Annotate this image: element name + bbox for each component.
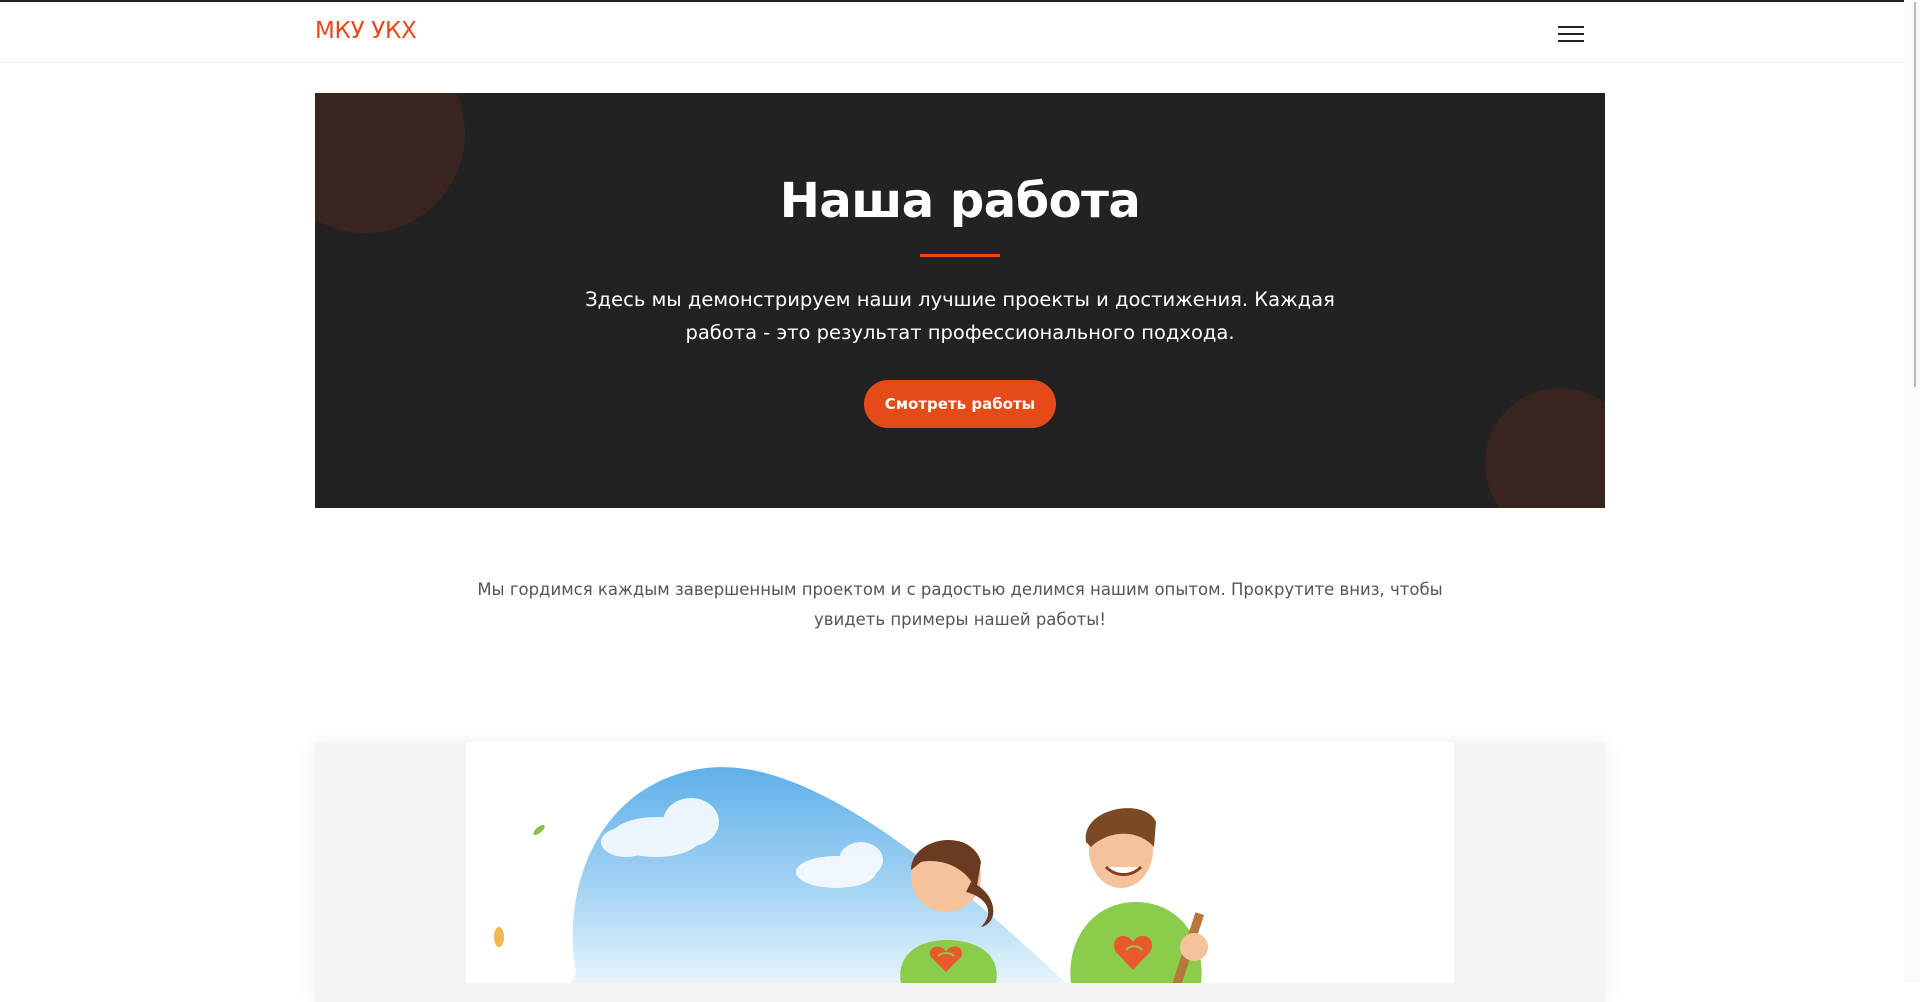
hero-title: Наша работа bbox=[779, 173, 1141, 229]
navbar: МКУ УКХ bbox=[0, 2, 1920, 63]
title-underline bbox=[920, 254, 1000, 257]
hamburger-line bbox=[1558, 26, 1584, 28]
volunteers-illustration-svg bbox=[494, 767, 1208, 983]
hamburger-line bbox=[1558, 40, 1584, 42]
gallery-card bbox=[315, 742, 1605, 1002]
brand-logo-link[interactable]: МКУ УКХ bbox=[315, 18, 417, 44]
scrollbar-thumb[interactable] bbox=[1914, 2, 1916, 387]
hamburger-menu-icon[interactable] bbox=[1550, 20, 1590, 48]
volunteers-illustration bbox=[466, 742, 1454, 983]
view-works-button[interactable]: Смотреть работы bbox=[864, 380, 1056, 428]
hero-description: Здесь мы демонстрируем наши лучшие проек… bbox=[585, 288, 1335, 344]
page-scrollbar[interactable] bbox=[1904, 0, 1920, 983]
leaf-icon bbox=[494, 927, 504, 947]
decorative-circle bbox=[1485, 388, 1605, 508]
leaf-icon bbox=[533, 824, 545, 836]
hero-section: Наша работа Здесь мы демонстрируем наши … bbox=[315, 93, 1605, 508]
volunteer-boy-icon bbox=[1070, 808, 1208, 983]
hamburger-line bbox=[1558, 33, 1584, 35]
intro-text: Мы гордимся каждым завершенным проектом … bbox=[477, 580, 1443, 629]
